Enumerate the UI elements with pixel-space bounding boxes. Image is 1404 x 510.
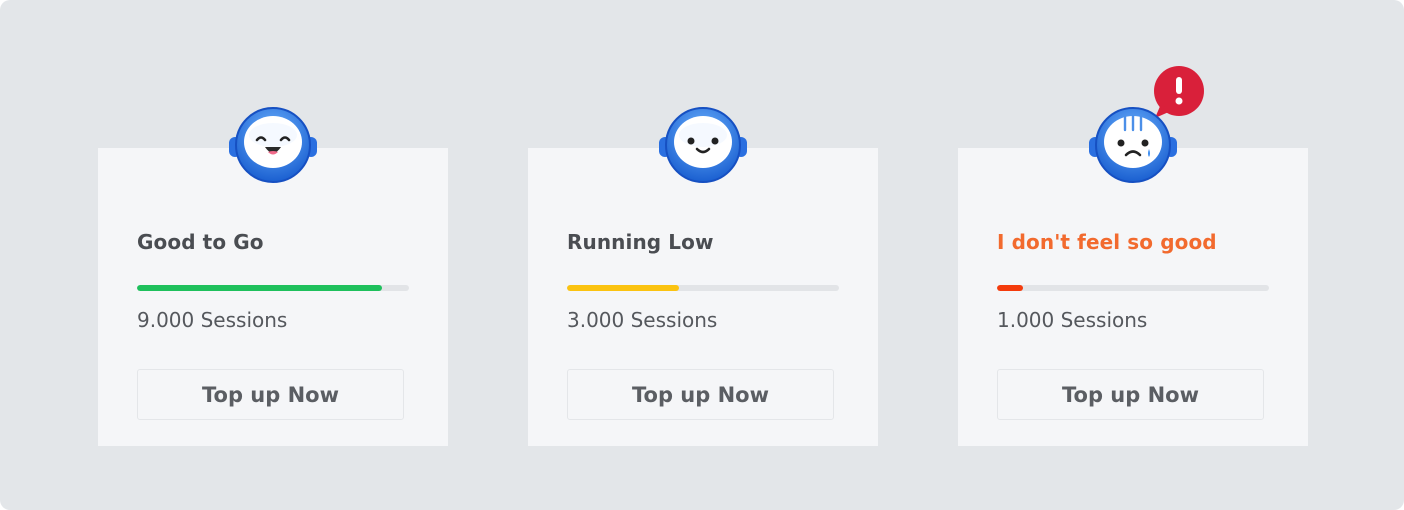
sessions-count: 1.000 Sessions (997, 308, 1148, 332)
status-title: Good to Go (137, 230, 264, 254)
sad-robot-icon (1087, 107, 1179, 185)
progress-fill (137, 285, 382, 291)
progress-fill (997, 285, 1023, 291)
sessions-progress-bar (997, 285, 1269, 291)
plan-card-low: Running Low 3.000 Sessions Top up Now (528, 107, 878, 446)
sessions-count: 9.000 Sessions (137, 308, 288, 332)
plan-card-critical: I don't feel so good 1.000 Sessions Top … (958, 66, 1308, 446)
top-up-button[interactable]: Top up Now (137, 369, 404, 420)
sessions-progress-bar (567, 285, 839, 291)
neutral-robot-icon (657, 107, 749, 185)
app-background: Good to Go 9.000 Sessions Top up Now Run… (0, 0, 1404, 510)
happy-robot-icon (227, 107, 319, 185)
top-up-button[interactable]: Top up Now (567, 369, 834, 420)
plan-card-good: Good to Go 9.000 Sessions Top up Now (98, 107, 448, 446)
progress-fill (567, 285, 679, 291)
sessions-count: 3.000 Sessions (567, 308, 718, 332)
top-up-button[interactable]: Top up Now (997, 369, 1264, 420)
status-title: Running Low (567, 230, 714, 254)
status-title: I don't feel so good (997, 230, 1217, 254)
sessions-progress-bar (137, 285, 409, 291)
